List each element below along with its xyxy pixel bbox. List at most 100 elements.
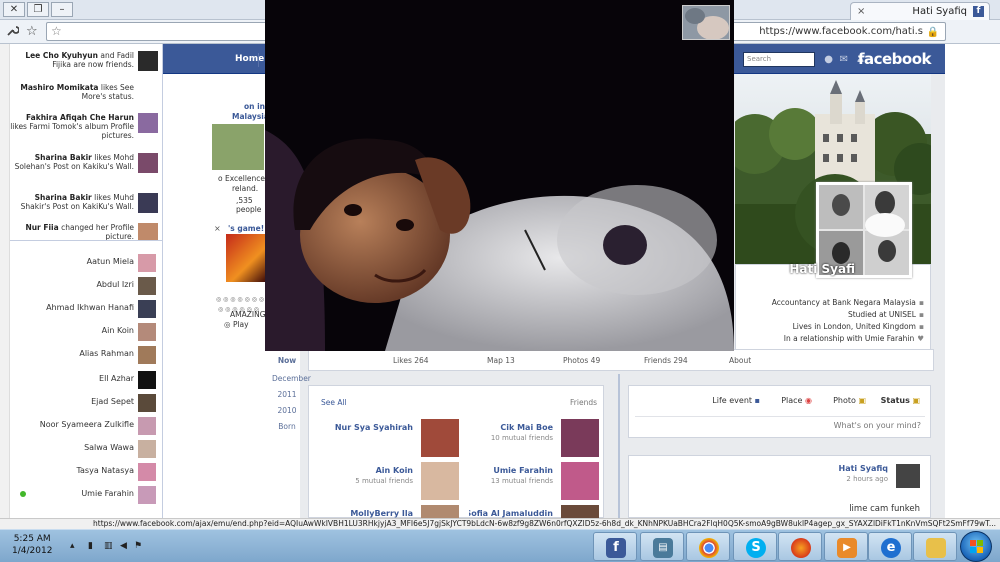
facebook-logo[interactable]: facebook — [858, 50, 932, 68]
taskbar-chrome[interactable] — [686, 532, 730, 561]
taskbar-media-player[interactable]: ▶ — [824, 532, 868, 561]
chat-item[interactable]: Tasya Natasya — [14, 461, 160, 481]
friend-card[interactable]: Ain Koin 5 mutual friends — [329, 462, 459, 502]
photo-tab[interactable]: Photo ▣ — [833, 396, 866, 405]
video-call-window[interactable] — [265, 0, 734, 351]
timeline-december[interactable]: December — [272, 374, 311, 383]
battery-icon[interactable]: ▮ — [88, 541, 98, 551]
info-text: In a relationship with Umie Farahin — [783, 334, 915, 343]
profile-nav: About Friends 294 Photos 49 Map 13 Likes… — [308, 349, 934, 371]
friend-card[interactable]: Cik Mai Boe 10 mutual friends — [469, 419, 599, 459]
nav-about[interactable]: About — [729, 356, 751, 365]
timeline-2011[interactable]: 2011 — [272, 390, 302, 399]
tray-arrow-icon[interactable]: ▴ — [70, 541, 80, 551]
window-minimize-button[interactable]: – — [51, 2, 73, 17]
ad-line[interactable]: Malaysia — [232, 112, 269, 121]
start-button[interactable] — [960, 531, 992, 562]
notifications-icon[interactable]: ● — [824, 54, 833, 65]
ticker-item[interactable]: Fakhira Afiqah Che Harun likes Farmi Tom… — [10, 113, 160, 140]
ad-image[interactable] — [212, 124, 264, 170]
info-relationship[interactable]: In a relationship with Umie Farahin ♥ — [784, 334, 924, 343]
search-input[interactable]: Search — [743, 52, 815, 67]
avatar — [138, 51, 158, 71]
chat-name: Ejad Sepet — [91, 397, 134, 406]
play-link[interactable]: ◎ Play — [224, 320, 249, 329]
friends-box: Friends See All Cik Mai Boe 10 mutual fr… — [308, 385, 604, 519]
friend-card[interactable]: Nur Sya Syahirah — [329, 419, 459, 459]
nav-map[interactable]: Map 13 — [487, 356, 515, 365]
nav-friends[interactable]: Friends 294 — [644, 356, 688, 365]
browser-tab[interactable]: × Hati Syafiq f — [850, 2, 990, 20]
photo-icon: ▣ — [858, 396, 866, 405]
chat-item[interactable]: Ain Koin — [14, 321, 160, 341]
ticker-item[interactable]: Nur Fiia changed her Profile picture. — [10, 223, 160, 240]
volume-icon[interactable]: ◀ — [120, 541, 130, 551]
address-bar-url: https://www.facebook.com/hati.s — [759, 26, 923, 37]
status-composer: Status ▣ Photo ▣ Place ◉ Life event ▪ Wh… — [628, 385, 931, 438]
taskbar-clock[interactable]: 5:25 AM 1/4/2012 — [12, 533, 52, 557]
taskbar-picture-viewer[interactable]: ▤ — [640, 532, 684, 561]
post-author[interactable]: Hati Syafiq — [839, 464, 888, 473]
avatar — [138, 223, 158, 240]
info-education[interactable]: Studied at UNISEL ▪ — [848, 310, 924, 319]
chat-item[interactable]: Aatun Miela — [14, 252, 160, 272]
ticker-item[interactable]: Sharina Bakir likes Muhd Shakir's Post o… — [10, 193, 160, 213]
chat-item[interactable]: Ahmad Ikhwan Hanafi — [14, 298, 160, 318]
info-location[interactable]: Lives in London, United Kingdom ▪ — [793, 322, 924, 331]
friend-card[interactable]: Sofia Al Jamaluddin — [469, 505, 599, 519]
see-all-link[interactable]: See All — [321, 398, 347, 407]
window-maximize-button[interactable]: ❐ — [27, 2, 49, 17]
timeline-2010[interactable]: 2010 — [272, 406, 302, 415]
messages-icon[interactable]: ✉ — [840, 54, 848, 65]
wrench-icon[interactable] — [6, 24, 20, 41]
nav-photos[interactable]: Photos 49 — [563, 356, 600, 365]
home-link[interactable]: Home — [235, 54, 264, 64]
status-input[interactable]: What's on your mind? — [635, 416, 925, 433]
taskbar-facebook[interactable]: f — [593, 532, 637, 561]
ad-line[interactable]: 's game! — [228, 224, 264, 233]
tab-close-icon[interactable]: × — [857, 3, 865, 20]
timeline-born[interactable]: Born — [272, 422, 302, 431]
friend-name: MollyBerry Ila — [350, 509, 413, 518]
window-close-button[interactable]: ✕ — [3, 2, 25, 17]
friend-card[interactable]: Umie Farahin 13 mutual friends — [469, 462, 599, 502]
ticker-item[interactable]: Lee Cho Kyuhyun and Fadil Fijika are now… — [10, 51, 160, 71]
nav-likes[interactable]: Likes 264 — [393, 356, 429, 365]
info-work[interactable]: Accountancy at Bank Negara Malaysia ▪ — [772, 298, 924, 307]
chat-item[interactable]: Abdul Izri — [14, 275, 160, 295]
post-time[interactable]: 2 hours ago — [846, 475, 888, 483]
ticker-item[interactable]: Sharina Bakir likes Mohd Solehan's Post … — [10, 153, 160, 173]
video-self-preview[interactable] — [682, 5, 730, 40]
place-tab[interactable]: Place ◉ — [781, 396, 812, 405]
chat-item[interactable]: Ejad Sepet — [14, 392, 160, 412]
bookmark-star-icon[interactable]: ☆ — [26, 24, 38, 39]
ad-line[interactable]: on in — [244, 102, 265, 111]
chat-item[interactable]: Noor Syameera Zulkifle — [14, 415, 160, 435]
sidebar: Lee Cho Kyuhyun and Fadil Fijika are now… — [0, 44, 163, 518]
ad-line: Play — [232, 320, 249, 329]
timeline-now[interactable]: Now — [272, 356, 302, 365]
taskbar-explorer[interactable] — [913, 532, 957, 561]
taskbar-skype[interactable]: S — [733, 532, 777, 561]
chat-item[interactable]: Alias Rahman — [14, 344, 160, 364]
avatar — [138, 371, 156, 389]
status-tab[interactable]: Status ▣ — [881, 396, 920, 405]
page-star-icon[interactable]: ☆ — [51, 23, 62, 40]
life-event-icon: ▪ — [754, 396, 760, 405]
chat-name: Aatun Miela — [86, 257, 134, 266]
life-event-tab[interactable]: Life event ▪ — [712, 396, 760, 405]
ad-image[interactable] — [226, 234, 266, 282]
chat-item[interactable]: Salwa Wawa — [14, 438, 160, 458]
chat-item[interactable]: Ell Azhar — [14, 369, 160, 389]
network-icon[interactable]: ▥ — [104, 541, 114, 551]
sidebar-scrollbar[interactable] — [0, 44, 10, 518]
chat-item[interactable]: Umie Farahin — [14, 484, 160, 504]
taskbar-internet-explorer[interactable]: e — [868, 532, 912, 561]
avatar[interactable] — [896, 464, 920, 488]
ticker-name: Lee Cho Kyuhyun — [25, 51, 98, 60]
taskbar-firefox[interactable] — [778, 532, 822, 561]
ad-close-icon[interactable]: × — [214, 224, 221, 233]
friend-card[interactable]: MollyBerry Ila — [329, 505, 459, 519]
ticker-item[interactable]: Mashiro Momikata likes See More's status… — [10, 83, 160, 101]
flag-tray-icon[interactable]: ⚑ — [134, 541, 144, 551]
